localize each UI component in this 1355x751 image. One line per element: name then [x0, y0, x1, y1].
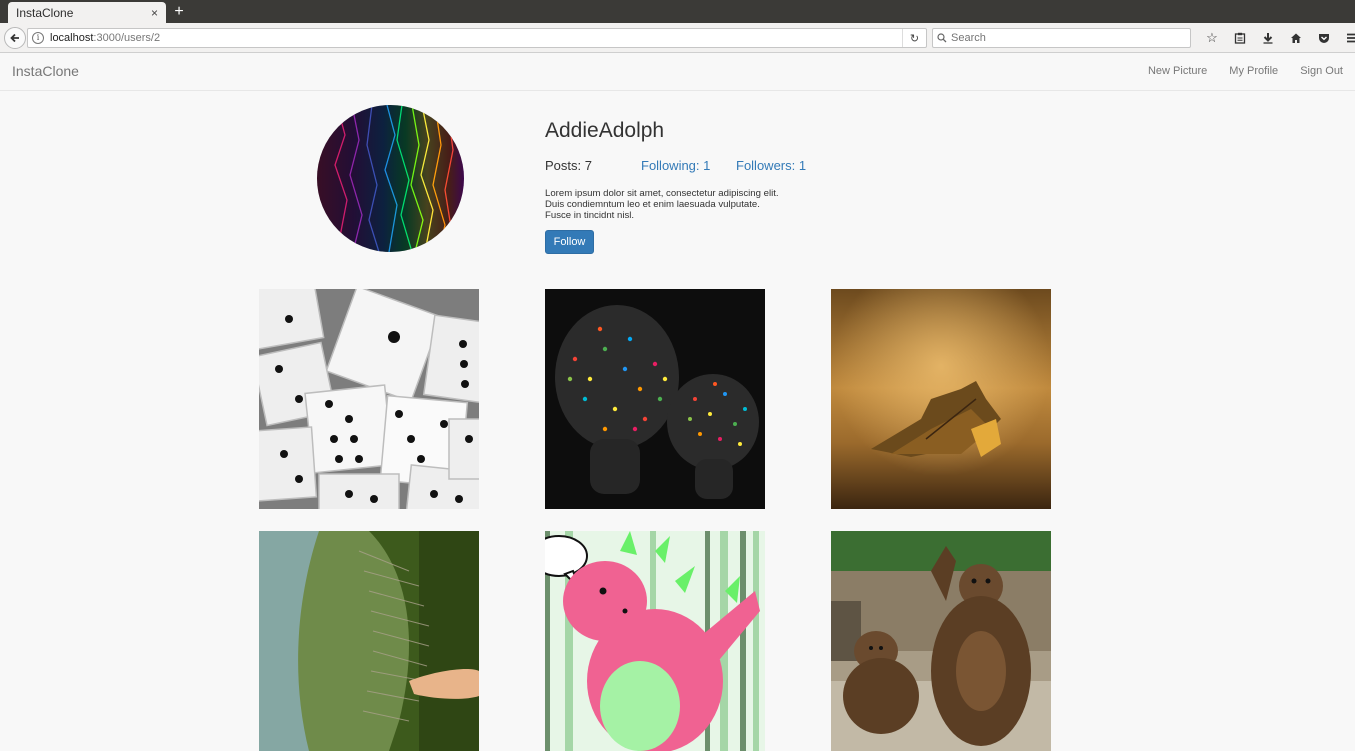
download-icon[interactable] [1254, 27, 1282, 49]
posts-count: Posts: 7 [545, 158, 592, 173]
browser-search[interactable] [932, 28, 1191, 48]
profile-bio: Lorem ipsum dolor sit amet, consectetur … [545, 188, 825, 221]
url-path: :3000/users/2 [93, 32, 161, 44]
home-icon[interactable] [1282, 27, 1310, 49]
search-icon [937, 33, 947, 43]
reload-icon[interactable]: ↻ [902, 29, 926, 47]
picture-lamps[interactable] [545, 289, 765, 509]
followers-link[interactable]: Followers: 1 [736, 158, 806, 173]
url-bar[interactable]: i localhost:3000/users/2 ↻ [27, 28, 927, 48]
follow-button[interactable]: Follow [545, 230, 594, 254]
brand-link[interactable]: InstaClone [12, 63, 79, 79]
picture-leaf[interactable] [831, 289, 1051, 509]
browser-tabstrip: InstaClone × + [0, 0, 1355, 23]
picture-bears[interactable] [831, 531, 1051, 751]
picture-bubble[interactable] [259, 531, 479, 751]
app-navbar: InstaClone New Picture My Profile Sign O… [0, 53, 1355, 91]
new-tab-button[interactable]: + [170, 2, 188, 22]
arrow-left-icon [10, 33, 19, 43]
avatar [317, 105, 464, 252]
info-icon[interactable]: i [32, 32, 44, 44]
browser-tab[interactable]: InstaClone × [8, 2, 166, 23]
search-input[interactable] [947, 32, 1177, 44]
bio-line: Fusce in tincidnt nisl. [545, 210, 635, 221]
back-button[interactable] [4, 27, 26, 49]
profile-username: AddieAdolph [545, 119, 665, 142]
bio-line: Duis condiemntum leo et enim laesuada vu… [545, 199, 760, 210]
following-link[interactable]: Following: 1 [641, 158, 710, 173]
pocket-icon[interactable] [1310, 27, 1338, 49]
picture-dragon[interactable] [545, 531, 765, 751]
browser-tool-icons: ☆ [1198, 27, 1355, 49]
nav-links: New Picture My Profile Sign Out [1148, 65, 1343, 77]
picture-dice[interactable] [259, 289, 479, 509]
close-icon[interactable]: × [151, 6, 158, 20]
tab-title: InstaClone [16, 5, 74, 20]
nav-sign-out[interactable]: Sign Out [1300, 65, 1343, 77]
nav-new-picture[interactable]: New Picture [1148, 65, 1207, 77]
clipboard-icon[interactable] [1226, 27, 1254, 49]
menu-icon[interactable] [1338, 27, 1355, 49]
url-host: localhost [50, 32, 94, 44]
browser-toolbar: i localhost:3000/users/2 ↻ ☆ [0, 23, 1355, 53]
bio-line: Lorem ipsum dolor sit amet, consectetur … [545, 188, 779, 199]
star-icon[interactable]: ☆ [1198, 27, 1226, 49]
nav-my-profile[interactable]: My Profile [1229, 65, 1278, 77]
